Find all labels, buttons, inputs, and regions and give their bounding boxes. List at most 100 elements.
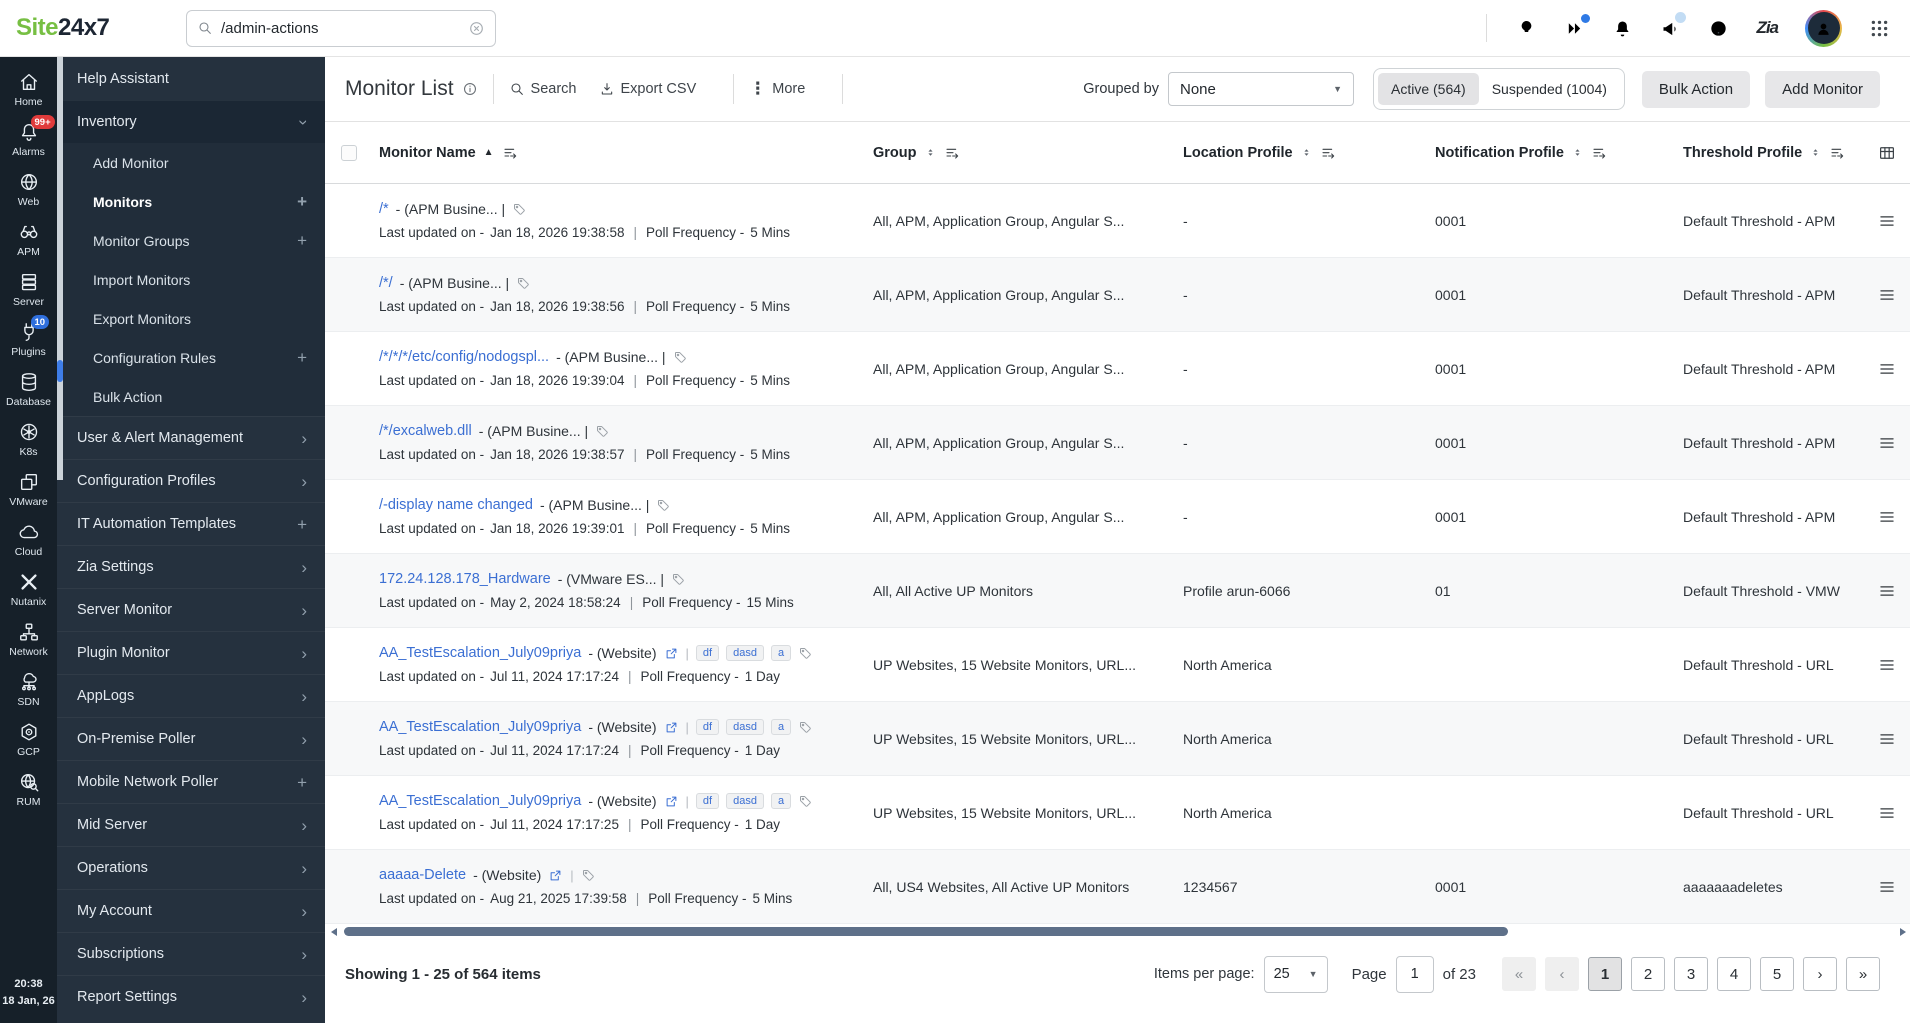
row-menu-icon[interactable] bbox=[1878, 434, 1896, 452]
tag-badge[interactable]: a bbox=[770, 793, 792, 809]
export-csv-action[interactable]: Export CSV bbox=[599, 81, 696, 97]
tag-badge[interactable]: dasd bbox=[726, 793, 764, 809]
rail-item-web[interactable]: Web bbox=[0, 171, 57, 208]
chevron-right-icon[interactable]: › bbox=[301, 645, 307, 662]
page-last-button[interactable]: » bbox=[1846, 957, 1880, 991]
row-menu-icon[interactable] bbox=[1878, 730, 1896, 748]
row-menu-icon[interactable] bbox=[1878, 804, 1896, 822]
sort-icon[interactable] bbox=[925, 146, 936, 159]
filter-icon[interactable] bbox=[502, 145, 518, 161]
grouped-by-select[interactable]: None ▼ bbox=[1168, 72, 1354, 106]
column-header-notification-profile[interactable]: Notification Profile bbox=[1435, 145, 1564, 161]
monitor-name-link[interactable]: 172.24.128.178_Hardware bbox=[379, 571, 551, 587]
monitor-name-link[interactable]: aaaaa-Delete bbox=[379, 867, 466, 883]
sidebar-item-configuration-rules[interactable]: Configuration Rules + bbox=[57, 338, 325, 377]
page-prev-button[interactable]: ‹ bbox=[1545, 957, 1579, 991]
chevron-right-icon[interactable]: › bbox=[301, 602, 307, 619]
sidebar-item-subscriptions[interactable]: Subscriptions › bbox=[57, 932, 325, 975]
suspended-monitors-toggle[interactable]: Suspended (1004) bbox=[1479, 73, 1620, 105]
sidebar-item-plugin-monitor[interactable]: Plugin Monitor › bbox=[57, 631, 325, 674]
external-link-icon[interactable] bbox=[664, 646, 679, 661]
monitor-name-link[interactable]: /*/excalweb.dll bbox=[379, 423, 472, 439]
sidebar-item-applogs[interactable]: AppLogs › bbox=[57, 674, 325, 717]
sidebar-item-configuration-profiles[interactable]: Configuration Profiles › bbox=[57, 459, 325, 502]
tag-icon[interactable] bbox=[581, 868, 596, 883]
sort-icon[interactable] bbox=[1301, 146, 1312, 159]
chevron-right-icon[interactable]: › bbox=[301, 559, 307, 576]
rail-item-alarms[interactable]: 99+ Alarms bbox=[0, 115, 57, 158]
filter-icon[interactable] bbox=[1829, 145, 1845, 161]
megaphone-icon[interactable] bbox=[1660, 11, 1687, 39]
sidebar-item-it-automation-templates[interactable]: IT Automation Templates + bbox=[57, 502, 325, 545]
info-icon[interactable] bbox=[462, 81, 478, 97]
bell-icon[interactable] bbox=[1612, 18, 1633, 39]
row-menu-icon[interactable] bbox=[1878, 212, 1896, 230]
sidebar-item-mid-server[interactable]: Mid Server › bbox=[57, 803, 325, 846]
filter-icon[interactable] bbox=[944, 145, 960, 161]
sidebar-item-bulk-action[interactable]: Bulk Action bbox=[57, 377, 325, 416]
rail-item-server[interactable]: Server bbox=[0, 271, 57, 308]
monitor-name-link[interactable]: /*/ bbox=[379, 275, 393, 291]
rail-item-gcp[interactable]: GCP bbox=[0, 721, 57, 758]
active-monitors-toggle[interactable]: Active (564) bbox=[1378, 73, 1479, 105]
row-menu-icon[interactable] bbox=[1878, 582, 1896, 600]
plus-icon[interactable]: + bbox=[297, 232, 307, 249]
items-per-page-select[interactable]: 25 ▼ bbox=[1263, 955, 1328, 993]
page-number-input[interactable] bbox=[1395, 955, 1434, 993]
external-link-icon[interactable] bbox=[664, 720, 679, 735]
tag-badge[interactable]: a bbox=[770, 645, 792, 661]
row-menu-icon[interactable] bbox=[1878, 508, 1896, 526]
chevron-right-icon[interactable]: › bbox=[301, 989, 307, 1006]
chevron-right-icon[interactable]: › bbox=[301, 946, 307, 963]
site24x7-logo[interactable]: Site24x7 bbox=[16, 14, 146, 42]
plus-icon[interactable]: + bbox=[297, 349, 307, 366]
tag-badge[interactable]: df bbox=[695, 645, 720, 661]
zia-icon[interactable]: Zia bbox=[1756, 18, 1779, 39]
chevron-right-icon[interactable]: › bbox=[301, 817, 307, 834]
column-header-monitor-name[interactable]: Monitor Name bbox=[379, 145, 476, 161]
chevron-right-icon[interactable]: › bbox=[301, 860, 307, 877]
horizontal-scrollbar-thumb[interactable] bbox=[344, 927, 1508, 936]
page-5-button[interactable]: 5 bbox=[1760, 957, 1794, 991]
search-action[interactable]: Search bbox=[509, 81, 577, 97]
sidebar-item-add-monitor[interactable]: Add Monitor bbox=[57, 143, 325, 182]
chevron-down-icon[interactable]: › bbox=[295, 119, 314, 125]
monitor-name-link[interactable]: /-display name changed bbox=[379, 497, 533, 513]
page-2-button[interactable]: 2 bbox=[1631, 957, 1665, 991]
sidebar-item-user-alert-management[interactable]: User & Alert Management › bbox=[57, 416, 325, 459]
monitor-name-link[interactable]: /* bbox=[379, 201, 389, 217]
row-menu-icon[interactable] bbox=[1878, 360, 1896, 378]
sidebar-item-server-monitor[interactable]: Server Monitor › bbox=[57, 588, 325, 631]
rail-item-sdn[interactable]: SDN bbox=[0, 671, 57, 708]
monitor-name-link[interactable]: /*/*/*/etc/config/nodogspl... bbox=[379, 349, 549, 365]
sidebar-item-report-settings[interactable]: Report Settings › bbox=[57, 975, 325, 1018]
add-monitor-button[interactable]: Add Monitor bbox=[1765, 70, 1880, 108]
row-menu-icon[interactable] bbox=[1878, 656, 1896, 674]
more-action[interactable]: ⋮ More bbox=[749, 79, 805, 99]
clear-search-icon[interactable] bbox=[468, 20, 485, 37]
bulb-icon[interactable] bbox=[1516, 18, 1537, 39]
plus-icon[interactable]: + bbox=[297, 516, 307, 533]
tag-icon[interactable] bbox=[595, 424, 610, 439]
chevron-right-icon[interactable]: › bbox=[301, 473, 307, 490]
tag-icon[interactable] bbox=[656, 498, 671, 513]
sidebar-item-mobile-network-poller[interactable]: Mobile Network Poller + bbox=[57, 760, 325, 803]
row-menu-icon[interactable] bbox=[1878, 878, 1896, 896]
rail-item-home[interactable]: Home bbox=[0, 71, 57, 108]
rail-item-k8s[interactable]: K8s bbox=[0, 421, 57, 458]
tag-icon[interactable] bbox=[516, 276, 531, 291]
scroll-right-arrow[interactable] bbox=[1900, 928, 1906, 936]
rail-item-rum[interactable]: RUM bbox=[0, 771, 57, 808]
chevron-right-icon[interactable]: › bbox=[301, 903, 307, 920]
plus-icon[interactable]: + bbox=[297, 774, 307, 791]
chevron-right-icon[interactable]: › bbox=[301, 688, 307, 705]
column-chooser-icon[interactable] bbox=[1878, 144, 1896, 162]
user-avatar[interactable] bbox=[1805, 9, 1842, 47]
page-1-button[interactable]: 1 bbox=[1588, 957, 1622, 991]
sidebar-item-operations[interactable]: Operations › bbox=[57, 846, 325, 889]
sidebar-scrollbar-thumb[interactable] bbox=[57, 360, 63, 382]
column-header-threshold-profile[interactable]: Threshold Profile bbox=[1683, 145, 1802, 161]
page-next-button[interactable]: › bbox=[1803, 957, 1837, 991]
tag-icon[interactable] bbox=[798, 646, 813, 661]
tag-badge[interactable]: df bbox=[695, 793, 720, 809]
